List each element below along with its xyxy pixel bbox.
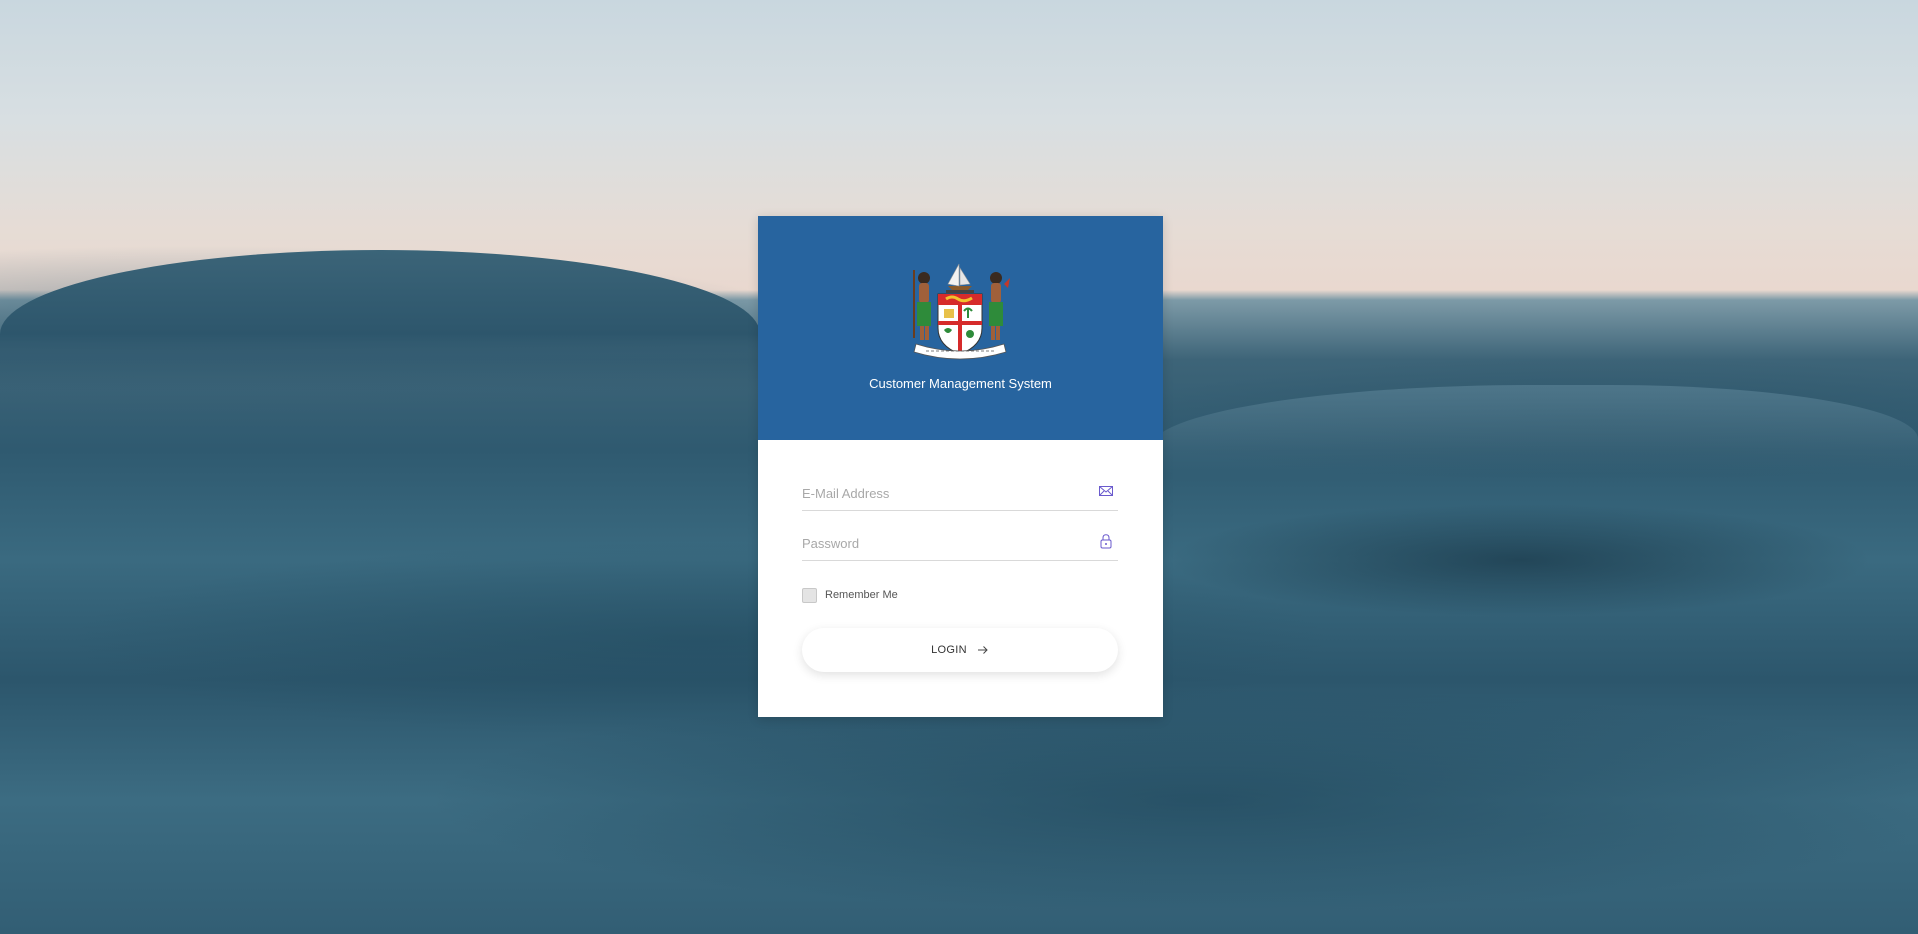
email-field: [802, 478, 1118, 511]
remember-me-checkbox[interactable]: [802, 587, 817, 603]
login-card: Customer Management System Remember Me L…: [758, 216, 1163, 717]
password-field: [802, 528, 1118, 561]
system-title: Customer Management System: [869, 376, 1052, 391]
password-input[interactable]: [802, 532, 1082, 554]
lock-icon: [1100, 534, 1112, 549]
envelope-icon: [1099, 486, 1113, 496]
coat-of-arms-logo: [913, 263, 1010, 360]
remember-me-label[interactable]: Remember Me: [825, 589, 898, 601]
remember-me-row: Remember Me: [802, 587, 898, 603]
login-button[interactable]: LOGIN: [802, 628, 1118, 672]
login-button-label: LOGIN: [931, 644, 967, 656]
email-input[interactable]: [802, 482, 1082, 504]
arrow-right-icon: [977, 646, 988, 654]
card-header: Customer Management System: [758, 216, 1163, 440]
